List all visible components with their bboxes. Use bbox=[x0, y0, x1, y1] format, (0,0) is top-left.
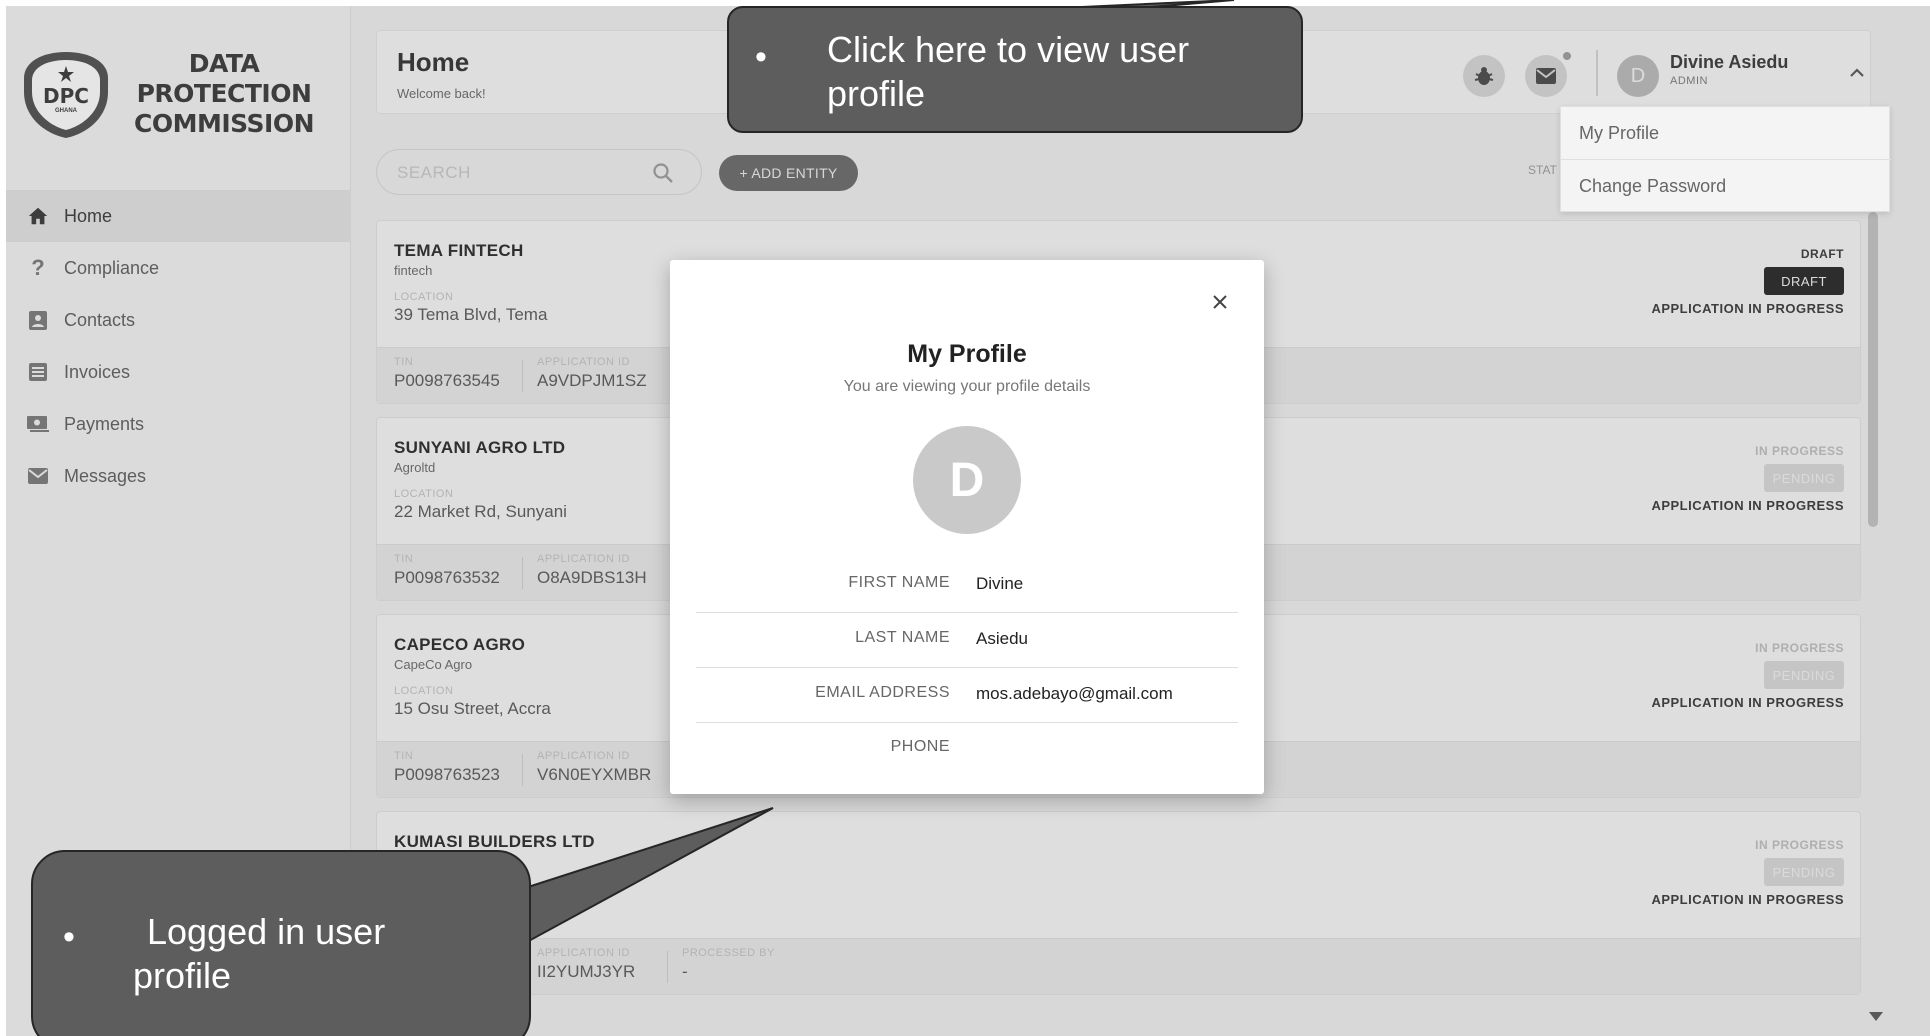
callout-text: Click here to view user profile bbox=[827, 29, 1190, 114]
field-label: EMAIL ADDRESS bbox=[815, 684, 950, 701]
field-label: LAST NAME bbox=[855, 629, 950, 646]
user-menu-dropdown: My Profile Change Password bbox=[1560, 106, 1891, 212]
profile-field-first-name: FIRST NAME Divine bbox=[696, 558, 1238, 613]
field-label: FIRST NAME bbox=[848, 574, 950, 591]
field-value: mos.adebayo@gmail.com bbox=[976, 684, 1173, 703]
close-icon[interactable] bbox=[1208, 290, 1232, 314]
callout-bullet: • bbox=[63, 918, 75, 956]
field-value: Divine bbox=[976, 574, 1024, 593]
annotation-callout-top: • Click here to view user profile bbox=[727, 6, 1303, 133]
profile-field-last-name: LAST NAME Asiedu bbox=[696, 613, 1238, 668]
callout-text: Logged in user profile bbox=[133, 911, 386, 996]
menu-item-my-profile[interactable]: My Profile bbox=[1561, 107, 1891, 159]
annotation-callout-bottom: • Logged in user profile bbox=[31, 850, 531, 1036]
modal-title: My Profile bbox=[907, 340, 1027, 368]
profile-field-email: EMAIL ADDRESS mos.adebayo@gmail.com bbox=[696, 668, 1238, 723]
menu-item-change-password[interactable]: Change Password bbox=[1561, 160, 1891, 212]
field-value: Asiedu bbox=[976, 629, 1028, 648]
callout-bullet: • bbox=[755, 38, 767, 76]
profile-avatar: D bbox=[913, 426, 1021, 534]
field-label: PHONE bbox=[890, 738, 950, 755]
profile-field-phone: PHONE bbox=[696, 722, 1238, 777]
profile-modal: My Profile You are viewing your profile … bbox=[670, 260, 1264, 794]
modal-subtitle: You are viewing your profile details bbox=[843, 378, 1091, 395]
